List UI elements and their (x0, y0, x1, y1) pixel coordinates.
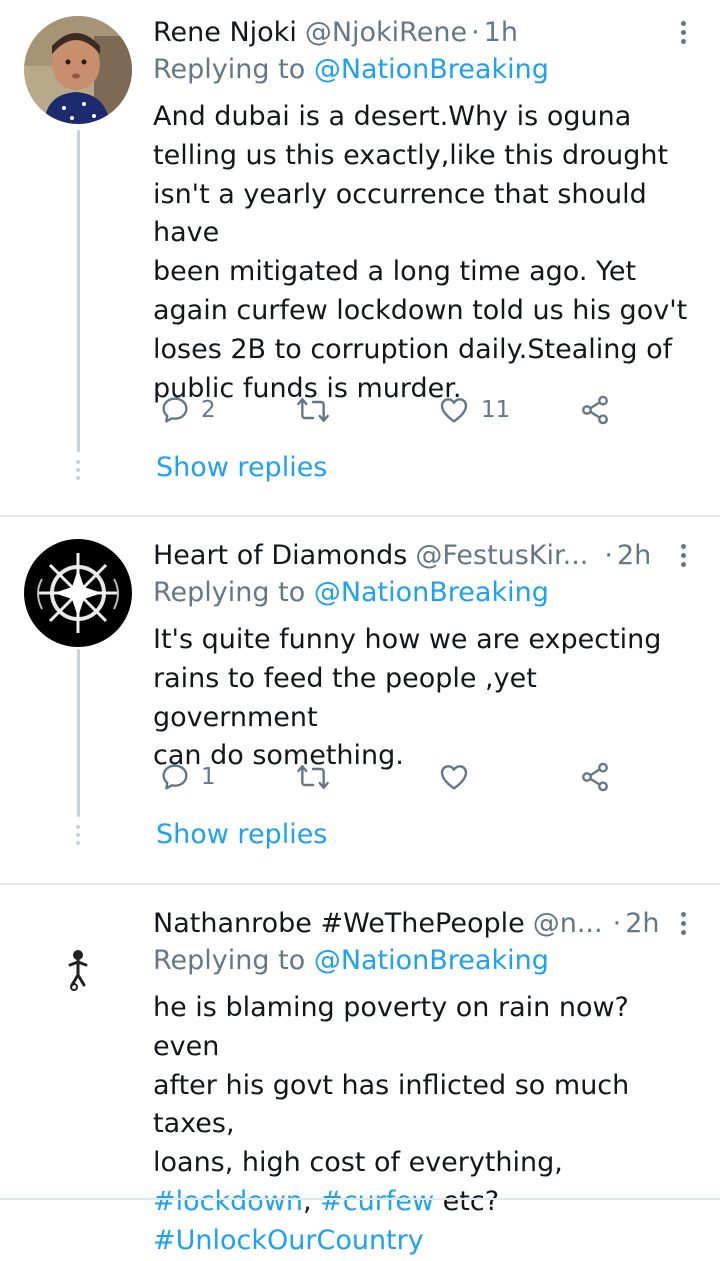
tweet-text: It's quite funny how we are expecting ra… (153, 624, 662, 772)
share-button[interactable] (579, 757, 611, 797)
more-options-icon[interactable] (676, 903, 690, 943)
retweet-icon (297, 398, 329, 422)
replying-to: Replying to @NationBreaking (153, 54, 549, 85)
thread-dots (74, 460, 82, 484)
separator: · (471, 16, 480, 48)
share-icon (582, 395, 608, 425)
avatar-child-photo (24, 16, 132, 124)
user-handle[interactable]: @NjokiRene (305, 17, 467, 48)
tweet-text-line: loans, high cost of everything, (153, 1147, 563, 1179)
share-button[interactable] (579, 390, 611, 430)
like-icon (440, 765, 468, 790)
timestamp[interactable]: 2h (617, 540, 651, 571)
more-options-icon[interactable] (676, 12, 690, 52)
thread-line (77, 649, 80, 817)
divider (0, 1198, 720, 1200)
tweet-rene-njoki[interactable]: Rene Njoki @NjokiRene · 1h Replying to @… (0, 0, 720, 516)
like-button[interactable] (437, 757, 481, 797)
reply-count: 2 (201, 397, 216, 423)
avatar[interactable] (24, 539, 132, 647)
avatar[interactable] (24, 16, 132, 124)
retweet-button[interactable] (295, 390, 341, 430)
etc-text: etc? (442, 1185, 500, 1217)
like-count: 11 (481, 397, 511, 423)
replying-to-link[interactable]: @NationBreaking (314, 945, 549, 976)
tweet-text-line: he is blaming poverty on rain now? even (153, 992, 629, 1062)
show-replies-link[interactable]: Show replies (156, 452, 327, 483)
replying-to: Replying to @NationBreaking (153, 945, 549, 976)
tweet-actions: 2 11 (153, 390, 623, 430)
replying-to-link[interactable]: @NationBreaking (314, 54, 549, 85)
display-name[interactable]: Heart of Diamonds (153, 540, 407, 571)
hashtag-link[interactable]: #UnlockOurCountry (153, 1225, 424, 1256)
tweet-text: And dubai is a desert.Why is oguna telli… (153, 101, 688, 404)
thread-line (77, 130, 80, 452)
replying-prefix: Replying to (153, 577, 306, 608)
replying-to-link[interactable]: @NationBreaking (314, 577, 549, 608)
tweet-text-line: #lockdown, #curfew etc? (153, 1183, 700, 1222)
like-button[interactable]: 11 (437, 390, 510, 430)
share-icon (582, 762, 608, 792)
tweet-heart-of-diamonds[interactable]: Heart of Diamonds @FestusKir... · 2h Rep… (0, 517, 720, 884)
avatar[interactable] (24, 907, 132, 1015)
avatar-figure-image (24, 907, 132, 1015)
display-name[interactable]: Nathanrobe #WeThePeople (153, 908, 525, 939)
tweet-text-line: after his govt has inflicted so much tax… (153, 1069, 630, 1140)
like-icon (440, 398, 468, 423)
comma: , (302, 1185, 312, 1217)
more-options-icon[interactable] (676, 535, 690, 575)
reply-icon (162, 764, 188, 790)
tweet-text-line: #UnlockOurCountry (153, 1222, 700, 1261)
separator: · (612, 907, 622, 939)
avatar-emblem-image (24, 539, 132, 647)
separator: · (604, 539, 613, 571)
user-handle[interactable]: @FestusKir... (415, 540, 588, 571)
replying-to: Replying to @NationBreaking (153, 577, 549, 608)
user-handle[interactable]: @n... (533, 908, 603, 939)
replying-prefix: Replying to (153, 54, 306, 85)
reply-button[interactable]: 2 (159, 390, 216, 430)
tweet-actions: 1 (153, 757, 623, 797)
reply-button[interactable]: 1 (159, 757, 216, 797)
show-replies-link[interactable]: Show replies (156, 819, 327, 850)
display-name[interactable]: Rene Njoki (153, 17, 297, 48)
thread-dots (74, 825, 82, 849)
tweet-text: he is blaming poverty on rain now? even … (153, 989, 700, 1261)
replying-prefix: Replying to (153, 945, 306, 976)
hashtag-link[interactable]: #lockdown (153, 1186, 303, 1217)
timestamp[interactable]: 1h (484, 17, 518, 48)
hashtag-link[interactable]: #curfew (320, 1186, 434, 1217)
timestamp[interactable]: 2h (625, 908, 659, 939)
retweet-icon (297, 765, 329, 789)
reply-icon (162, 397, 188, 423)
tweet-header: Nathanrobe #WeThePeople @n... · 2h (153, 903, 664, 943)
reply-count: 1 (201, 764, 216, 790)
tweet-header: Rene Njoki @NjokiRene · 1h (153, 12, 664, 52)
tweet-nathanrobe[interactable]: Nathanrobe #WeThePeople @n... · 2h Reply… (0, 885, 720, 1256)
retweet-button[interactable] (295, 757, 341, 797)
tweet-header: Heart of Diamonds @FestusKir... · 2h (153, 535, 664, 575)
